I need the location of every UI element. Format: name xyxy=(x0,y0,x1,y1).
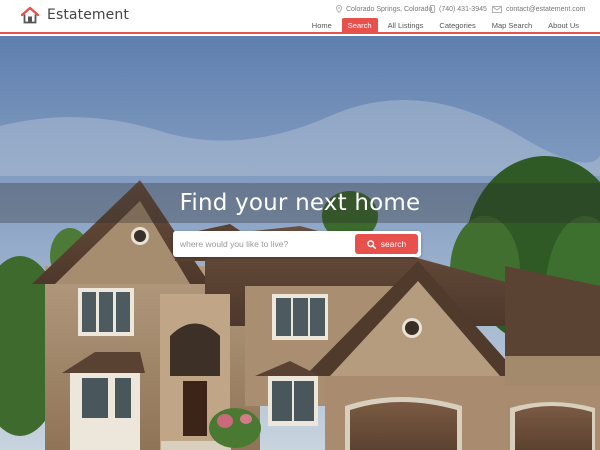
contact-email: contact@estatement.com xyxy=(492,3,585,15)
nav-item-all-listings[interactable]: All Listings xyxy=(382,18,430,33)
hero-section: Find your next home search xyxy=(0,36,600,450)
nav-item-map-search[interactable]: Map Search xyxy=(486,18,538,33)
brand[interactable]: Estatement xyxy=(20,6,129,24)
hero-search-bar: search xyxy=(173,231,421,257)
contact-phone: (740) 431-3945 xyxy=(430,3,487,15)
search-icon xyxy=(366,239,376,249)
search-button[interactable]: search xyxy=(355,234,418,254)
nav-item-categories[interactable]: Categories xyxy=(433,18,481,33)
contact-email-text[interactable]: contact@estatement.com xyxy=(506,6,585,13)
nav-item-home[interactable]: Home xyxy=(306,18,338,33)
map-pin-icon xyxy=(336,5,342,13)
nav-item-about-us[interactable]: About Us xyxy=(542,18,585,33)
contact-location-text: Colorado Springs, Colorado xyxy=(346,5,433,13)
nav-item-search[interactable]: Search xyxy=(341,17,378,33)
brand-name: Estatement xyxy=(47,7,129,23)
contact-location: Colorado Springs, Colorado xyxy=(336,3,432,15)
contact-phone-text[interactable]: (740) 431-3945 xyxy=(439,6,487,13)
envelope-icon xyxy=(492,5,502,13)
main-nav: Home Search All Listings Categories Map … xyxy=(302,17,585,33)
site-header: Estatement Colorado Springs, Colorado (7… xyxy=(0,0,600,34)
phone-icon xyxy=(430,5,435,13)
location-search-input[interactable] xyxy=(180,235,352,253)
search-button-label: search xyxy=(380,239,407,249)
headline-band: Find your next home xyxy=(0,183,600,223)
house-icon xyxy=(20,6,40,24)
hero-headline: Find your next home xyxy=(179,190,421,216)
